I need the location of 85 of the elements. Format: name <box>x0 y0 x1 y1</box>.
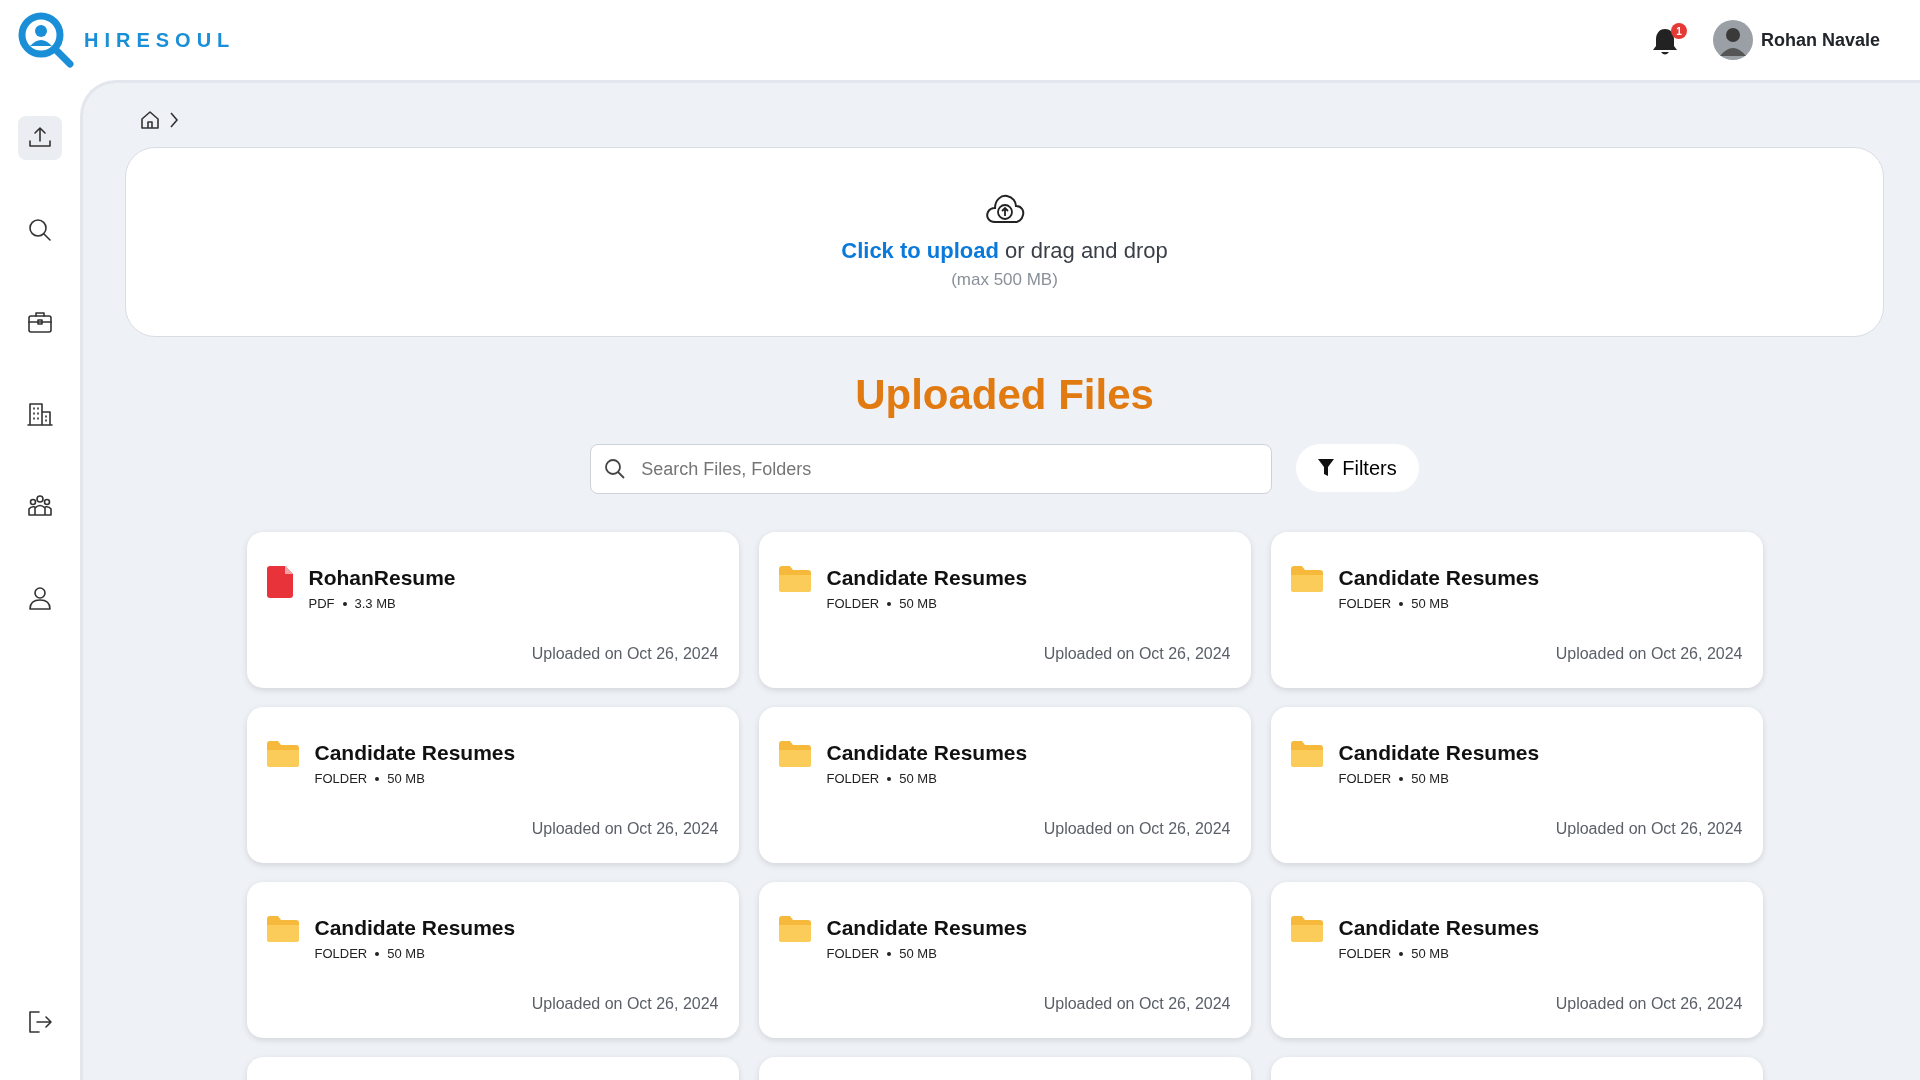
file-card[interactable]: Candidate Resumes FOLDER 50 MB Uploaded on Oct 26, 2024 <box>758 707 1251 863</box>
building-icon <box>26 400 54 428</box>
user-icon <box>26 584 54 612</box>
pdf-file-icon <box>266 566 293 598</box>
file-type: FOLDER <box>1338 770 1392 786</box>
user-name[interactable]: Rohan Navale <box>1760 26 1880 54</box>
file-name: Candidate Resumes <box>826 565 1028 591</box>
file-type: FOLDER <box>826 770 880 786</box>
upload-date: Uploaded on Oct 26, 2024 <box>1554 994 1743 1014</box>
file-type: PDF <box>308 595 335 611</box>
file-size: 50 MB <box>899 595 937 611</box>
file-name: Candidate Resumes <box>314 740 516 766</box>
file-type: FOLDER <box>314 945 368 961</box>
upload-date: Uploaded on Oct 26, 2024 <box>1042 994 1231 1014</box>
file-type: FOLDER <box>314 770 368 786</box>
upload-date: Uploaded on Oct 26, 2024 <box>1042 819 1231 839</box>
file-name: Candidate Resumes <box>1338 915 1540 941</box>
file-card[interactable]: RohanResume PDF 3.3 MB Uploaded on Oct 26, 2024 <box>246 532 739 688</box>
file-name: Candidate Resumes <box>826 740 1028 766</box>
search-icon <box>604 458 627 480</box>
file-type: FOLDER <box>826 595 880 611</box>
file-name: Candidate Resumes <box>1338 565 1540 591</box>
separator-dot-icon <box>375 777 380 782</box>
folder-icon <box>1290 741 1323 767</box>
file-card[interactable]: Candidate Resumes FOLDER 50 MB Uploaded on Oct 26, 2024 <box>1270 532 1763 688</box>
logout-icon <box>26 1008 54 1036</box>
drag-drop-text: or drag and drop <box>1004 237 1168 263</box>
bell-icon[interactable] <box>1650 27 1679 57</box>
upload-date: Uploaded on Oct 26, 2024 <box>530 644 719 664</box>
separator-dot-icon <box>375 952 380 957</box>
upload-date: Uploaded on Oct 26, 2024 <box>1042 644 1231 664</box>
file-card[interactable]: Candidate Resumes FOLDER 50 MB Uploaded on Oct 26, 2024 <box>758 882 1251 1038</box>
funnel-icon <box>1318 459 1335 477</box>
separator-dot-icon <box>1399 602 1404 607</box>
file-size: 50 MB <box>899 770 937 786</box>
file-card[interactable]: Candidate Resumes FOLDER 50 MB Uploaded on Oct 26, 2024 <box>246 707 739 863</box>
file-size: 50 MB <box>1411 945 1449 961</box>
upload-link[interactable]: Click to upload <box>841 237 999 263</box>
file-size: 3.3 MB <box>354 595 396 611</box>
sidebar-button[interactable] <box>18 116 62 160</box>
brand-name: HIRESOUL <box>84 28 236 53</box>
upload-date: Uploaded on Oct 26, 2024 <box>1554 819 1743 839</box>
search-field[interactable]: Search Files, Folders <box>590 444 1273 494</box>
file-name: Candidate Resumes <box>1338 740 1540 766</box>
folder-icon <box>778 566 811 592</box>
separator-dot-icon <box>887 602 892 607</box>
file-size: 50 MB <box>1411 595 1449 611</box>
page-title: Uploaded Files <box>854 370 1155 420</box>
filters-button[interactable]: Filters <box>1296 444 1419 492</box>
file-card[interactable]: Candidate Resumes FOLDER 50 MB Uploaded on Oct 26, 2024 <box>1270 882 1763 1038</box>
file-type: FOLDER <box>1338 595 1392 611</box>
folder-icon <box>1290 566 1323 592</box>
upload-date: Uploaded on Oct 26, 2024 <box>530 994 719 1014</box>
file-name: RohanResume <box>308 565 456 591</box>
separator-dot-icon <box>342 602 347 607</box>
folder-icon <box>778 741 811 767</box>
file-size: 50 MB <box>387 945 425 961</box>
file-size: 50 MB <box>387 770 425 786</box>
separator-dot-icon <box>887 952 892 957</box>
upload-size-hint: (max 500 MB) <box>951 268 1058 291</box>
folder-icon <box>266 741 299 767</box>
file-card[interactable]: Candidate Resumes FOLDER 50 MB Uploaded on Oct 26, 2024 <box>246 882 739 1038</box>
file-card[interactable]: Candidate Resumes FOLDER 50 MB Uploaded on Oct 26, 2024 <box>1270 707 1763 863</box>
folder-icon <box>1290 916 1323 942</box>
magnifier-logo-icon <box>16 10 76 70</box>
file-card[interactable]: Candidate Resumes FOLDER 50 MB Uploaded on Oct 26, 2024 <box>758 532 1251 688</box>
folder-icon <box>266 916 299 942</box>
file-name: Candidate Resumes <box>314 915 516 941</box>
search-icon <box>26 216 54 244</box>
separator-dot-icon <box>1399 952 1404 957</box>
file-size: 50 MB <box>899 945 937 961</box>
folder-icon <box>778 916 811 942</box>
file-type: FOLDER <box>826 945 880 961</box>
file-type: FOLDER <box>1338 945 1392 961</box>
chevron-right-icon <box>169 111 179 129</box>
separator-dot-icon <box>1399 777 1404 782</box>
separator-dot-icon <box>887 777 892 782</box>
avatar[interactable] <box>1712 20 1753 60</box>
notification-badge: 1 <box>1670 23 1687 39</box>
upload-area[interactable]: Click to upload or drag and drop (max 500 MB) <box>125 147 1884 337</box>
upload-date: Uploaded on Oct 26, 2024 <box>530 819 719 839</box>
file-size: 50 MB <box>1411 770 1449 786</box>
file-name: Candidate Resumes <box>826 915 1028 941</box>
upload-date: Uploaded on Oct 26, 2024 <box>1554 644 1743 664</box>
home-icon[interactable] <box>139 109 161 131</box>
